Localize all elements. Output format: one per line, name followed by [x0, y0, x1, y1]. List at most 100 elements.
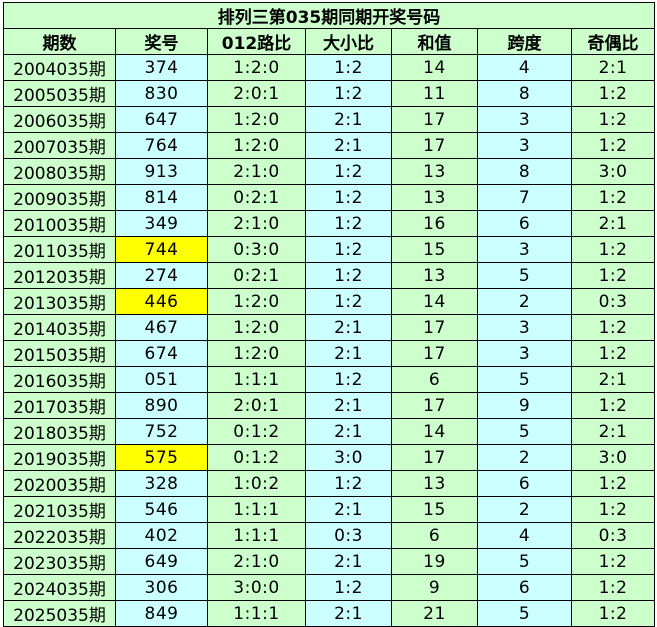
sum-cell: 17 [391, 444, 478, 471]
road012-cell: 1:2:0 [207, 54, 306, 81]
table-row: 2024035期 306 3:0:0 1:2 9 6 1:2 [3, 574, 656, 601]
col-header-road012: 012路比 [207, 28, 306, 55]
sum-cell: 13 [391, 262, 478, 289]
odd-even-cell: 1:2 [570, 470, 656, 497]
span-cell: 5 [477, 262, 572, 289]
period-cell: 2022035期 [3, 522, 116, 549]
lottery-history-table: 排列三第035期同期开奖号码 期数 奖号 012路比 大小比 和值 跨度 奇偶比… [2, 2, 656, 627]
sum-cell: 9 [391, 574, 478, 601]
number-cell: 349 [115, 210, 208, 237]
big-small-cell: 2:1 [305, 132, 392, 159]
sum-cell: 17 [391, 132, 478, 159]
period-cell: 2006035期 [3, 106, 116, 133]
table-row: 2008035期 913 2:1:0 1:2 13 8 3:0 [3, 158, 656, 185]
period-cell: 2020035期 [3, 470, 116, 497]
sum-cell: 16 [391, 210, 478, 237]
odd-even-cell: 1:2 [570, 574, 656, 601]
table-row: 2018035期 752 0:1:2 2:1 14 5 2:1 [3, 418, 656, 445]
sum-cell: 14 [391, 288, 478, 315]
table-row: 2014035期 467 1:2:0 2:1 17 3 1:2 [3, 314, 656, 341]
odd-even-cell: 0:3 [570, 288, 656, 315]
page: 排列三第035期同期开奖号码 期数 奖号 012路比 大小比 和值 跨度 奇偶比… [0, 0, 657, 627]
number-cell: 814 [115, 184, 208, 211]
span-cell: 6 [477, 210, 572, 237]
number-cell: 328 [115, 470, 208, 497]
table-row: 2021035期 546 1:1:1 2:1 15 2 1:2 [3, 496, 656, 523]
odd-even-cell: 1:2 [570, 80, 656, 107]
period-cell: 2005035期 [3, 80, 116, 107]
road012-cell: 1:1:1 [207, 366, 306, 393]
number-cell: 849 [115, 600, 208, 627]
header-row: 期数 奖号 012路比 大小比 和值 跨度 奇偶比 [3, 28, 656, 55]
number-cell: 830 [115, 80, 208, 107]
table-row: 2025035期 849 1:1:1 2:1 21 5 1:2 [3, 600, 656, 627]
sum-cell: 17 [391, 106, 478, 133]
big-small-cell: 2:1 [305, 600, 392, 627]
number-cell: 575 [115, 444, 208, 471]
sum-cell: 17 [391, 314, 478, 341]
sum-cell: 6 [391, 522, 478, 549]
odd-even-cell: 1:2 [570, 340, 656, 367]
sum-cell: 15 [391, 236, 478, 263]
span-cell: 3 [477, 236, 572, 263]
table-row: 2015035期 674 1:2:0 2:1 17 3 1:2 [3, 340, 656, 367]
period-cell: 2010035期 [3, 210, 116, 237]
number-cell: 890 [115, 392, 208, 419]
number-cell: 674 [115, 340, 208, 367]
table-row: 2006035期 647 1:2:0 2:1 17 3 1:2 [3, 106, 656, 133]
period-cell: 2011035期 [3, 236, 116, 263]
span-cell: 5 [477, 600, 572, 627]
table-row: 2011035期 744 0:3:0 1:2 15 3 1:2 [3, 236, 656, 263]
number-cell: 764 [115, 132, 208, 159]
title-row: 排列三第035期同期开奖号码 [2, 2, 656, 29]
span-cell: 2 [477, 496, 572, 523]
span-cell: 3 [477, 132, 572, 159]
road012-cell: 0:2:1 [207, 262, 306, 289]
odd-even-cell: 1:2 [570, 236, 656, 263]
number-cell: 467 [115, 314, 208, 341]
big-small-cell: 2:1 [305, 418, 392, 445]
big-small-cell: 1:2 [305, 210, 392, 237]
table-row: 2020035期 328 1:0:2 1:2 13 6 1:2 [3, 470, 656, 497]
odd-even-cell: 1:2 [570, 496, 656, 523]
table-row: 2016035期 051 1:1:1 1:2 6 5 2:1 [3, 366, 656, 393]
col-header-span: 跨度 [477, 28, 572, 55]
period-cell: 2025035期 [3, 600, 116, 627]
odd-even-cell: 1:2 [570, 548, 656, 575]
table-row: 2012035期 274 0:2:1 1:2 13 5 1:2 [3, 262, 656, 289]
span-cell: 4 [477, 522, 572, 549]
span-cell: 6 [477, 574, 572, 601]
big-small-cell: 2:1 [305, 392, 392, 419]
period-cell: 2004035期 [3, 54, 116, 81]
period-cell: 2012035期 [3, 262, 116, 289]
table-title: 排列三第035期同期开奖号码 [2, 2, 656, 29]
road012-cell: 2:0:1 [207, 80, 306, 107]
table-row: 2004035期 374 1:2:0 1:2 14 4 2:1 [3, 54, 656, 81]
span-cell: 3 [477, 106, 572, 133]
big-small-cell: 1:2 [305, 158, 392, 185]
period-cell: 2008035期 [3, 158, 116, 185]
period-cell: 2009035期 [3, 184, 116, 211]
odd-even-cell: 1:2 [570, 132, 656, 159]
big-small-cell: 2:1 [305, 496, 392, 523]
odd-even-cell: 1:2 [570, 184, 656, 211]
big-small-cell: 1:2 [305, 366, 392, 393]
period-cell: 2016035期 [3, 366, 116, 393]
big-small-cell: 2:1 [305, 340, 392, 367]
number-cell: 744 [115, 236, 208, 263]
col-header-number: 奖号 [115, 28, 208, 55]
road012-cell: 2:1:0 [207, 210, 306, 237]
span-cell: 2 [477, 444, 572, 471]
number-cell: 752 [115, 418, 208, 445]
road012-cell: 2:1:0 [207, 548, 306, 575]
period-cell: 2023035期 [3, 548, 116, 575]
road012-cell: 1:2:0 [207, 132, 306, 159]
sum-cell: 14 [391, 418, 478, 445]
table-row: 2010035期 349 2:1:0 1:2 16 6 2:1 [3, 210, 656, 237]
odd-even-cell: 1:2 [570, 262, 656, 289]
number-cell: 051 [115, 366, 208, 393]
span-cell: 3 [477, 314, 572, 341]
road012-cell: 2:1:0 [207, 158, 306, 185]
table-row: 2007035期 764 1:2:0 2:1 17 3 1:2 [3, 132, 656, 159]
big-small-cell: 1:2 [305, 288, 392, 315]
